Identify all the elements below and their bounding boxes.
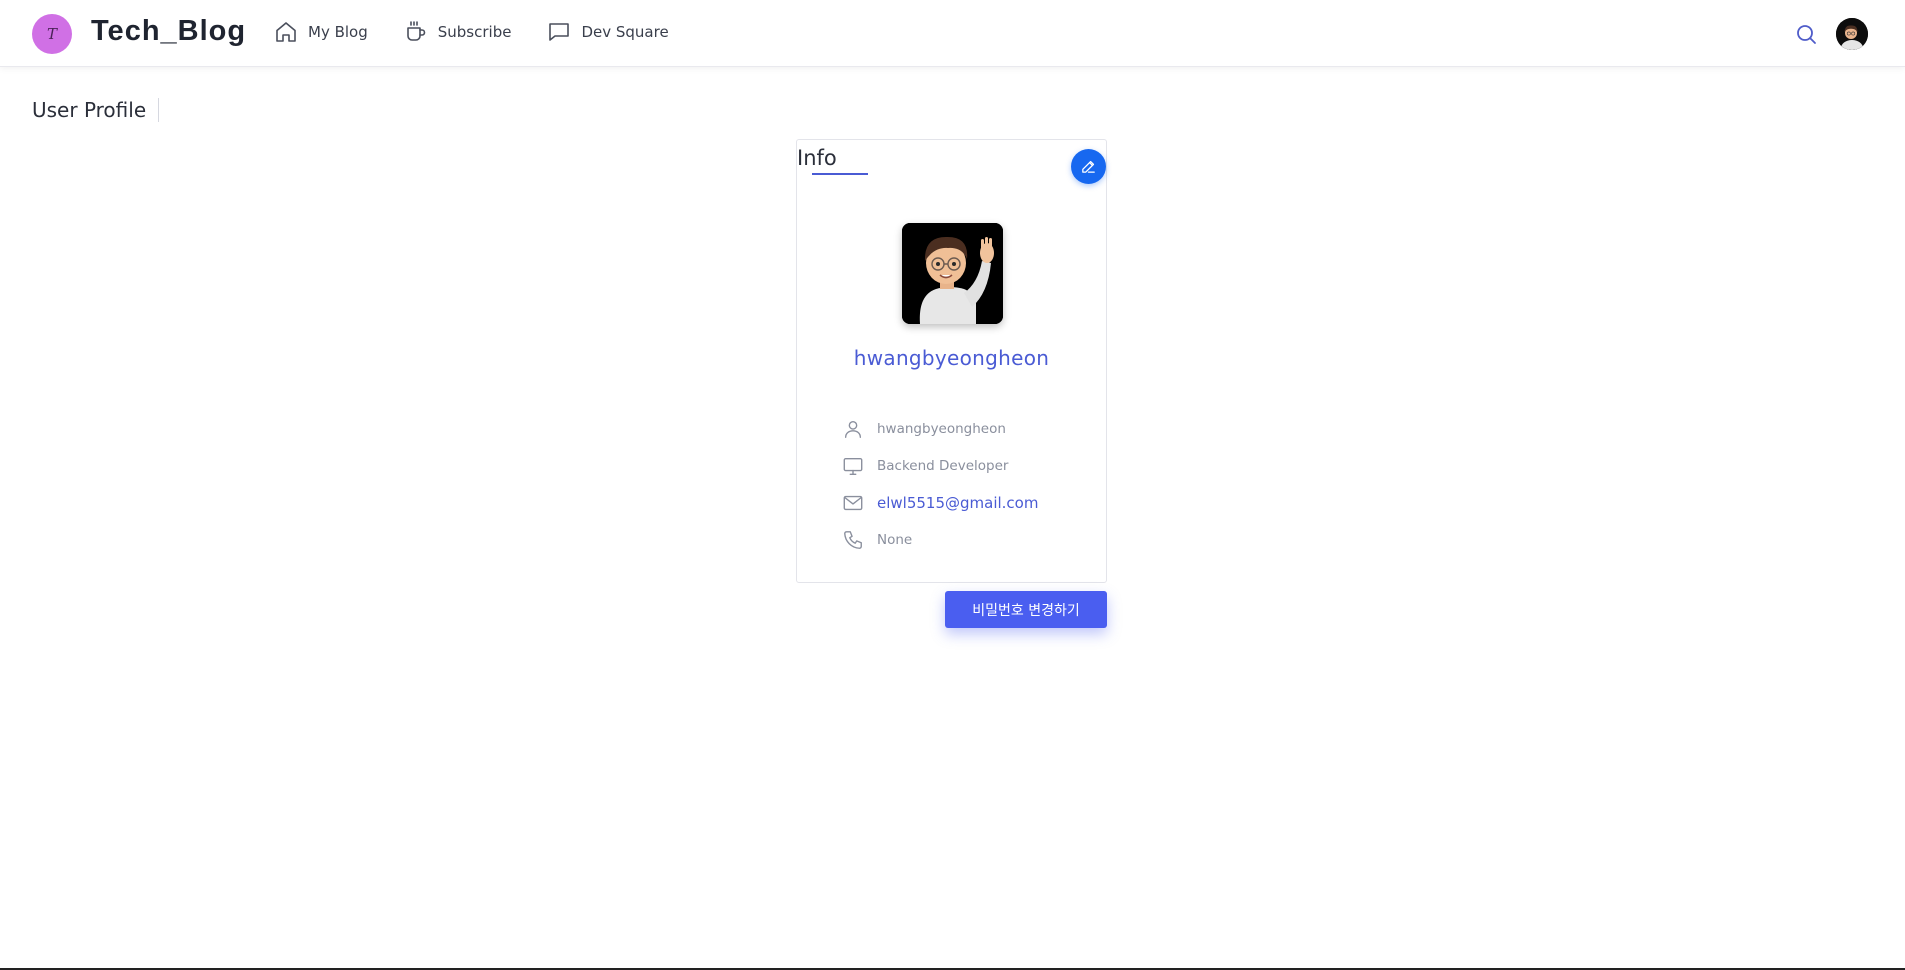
- home-icon: [276, 22, 296, 42]
- page-title: User Profile: [32, 98, 160, 122]
- coffee-cup-icon: [406, 21, 426, 41]
- card-title-underline: [812, 173, 868, 175]
- nav-item-label: Dev Square: [581, 23, 669, 41]
- job-value: Backend Developer: [877, 457, 1009, 474]
- search-button[interactable]: [1794, 22, 1818, 46]
- main-nav: My Blog Subscribe Dev Square: [274, 20, 705, 44]
- profile-photo: [902, 223, 1003, 324]
- card-title: Info: [797, 146, 837, 170]
- monitor-icon: [843, 457, 863, 475]
- change-password-button[interactable]: 비밀번호 변경하기: [945, 591, 1107, 628]
- avatar-image: [1836, 18, 1868, 50]
- memoji-image: [902, 223, 1003, 324]
- nav-item-subscribe[interactable]: Subscribe: [404, 20, 512, 44]
- logo-letter: T: [46, 25, 57, 43]
- username-value: hwangbyeongheon: [877, 420, 1006, 437]
- user-icon: [844, 420, 862, 438]
- mail-icon: [843, 495, 863, 510]
- info-row-phone: None: [842, 521, 1038, 558]
- pencil-icon: [1082, 160, 1095, 173]
- user-avatar[interactable]: [1836, 18, 1868, 50]
- nav-item-my-blog[interactable]: My Blog: [274, 20, 368, 44]
- search-icon: [1797, 25, 1816, 44]
- info-row-username: hwangbyeongheon: [842, 410, 1038, 447]
- nav-item-dev-square[interactable]: Dev Square: [547, 20, 669, 44]
- edit-profile-button[interactable]: [1071, 149, 1106, 184]
- page: T Tech_Blog My Blog Subscribe Dev Square…: [0, 0, 1905, 970]
- nav-item-label: Subscribe: [437, 23, 512, 41]
- email-link[interactable]: elwl5515@gmail.com: [877, 494, 1038, 512]
- logo-badge[interactable]: T: [32, 14, 72, 54]
- brand-name[interactable]: Tech_Blog: [91, 15, 246, 48]
- info-row-job: Backend Developer: [842, 447, 1038, 484]
- info-row-email: elwl5515@gmail.com: [842, 484, 1038, 521]
- phone-icon: [844, 530, 862, 549]
- profile-info-card: Info hwangbyeongheon hwangbyeongheon Bac…: [796, 139, 1107, 583]
- phone-value: None: [877, 531, 913, 548]
- profile-info-list: hwangbyeongheon Backend Developer elwl55…: [842, 410, 1038, 558]
- profile-display-name: hwangbyeongheon: [853, 346, 1050, 370]
- message-square-icon: [549, 23, 570, 41]
- top-navbar: T Tech_Blog My Blog Subscribe Dev Square: [0, 0, 1905, 67]
- nav-item-label: My Blog: [308, 23, 368, 41]
